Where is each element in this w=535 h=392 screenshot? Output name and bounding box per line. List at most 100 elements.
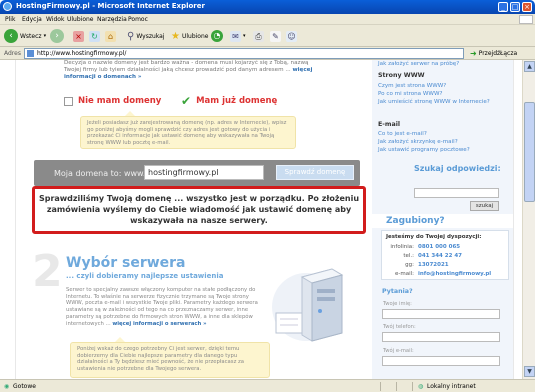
favorites-button[interactable]: ★ Ulubione — [171, 28, 208, 44]
go-button[interactable]: ➜ Przejdź — [470, 49, 500, 58]
menu-tools[interactable]: Narzędzia — [97, 16, 127, 23]
contact-email[interactable]: e-mail: info@hostingfirmowy.pl — [386, 271, 491, 277]
domain-check-bar: Moja domena to: www. hostingfirmowy.pl S… — [34, 160, 360, 186]
scroll-down-icon[interactable]: ▼ — [524, 366, 535, 377]
faq-link-www-1[interactable]: Czym jest strona WWW? — [378, 83, 446, 90]
forward-button[interactable]: › — [50, 28, 64, 44]
menu-edit[interactable]: Edycja — [22, 16, 42, 23]
links-button[interactable]: Łącza — [500, 50, 517, 57]
faq-link-email-3[interactable]: Jak ustawić programy pocztowe? — [378, 147, 470, 154]
messenger-button[interactable]: ☺ — [286, 28, 297, 44]
phone-label: Twój telefon: — [383, 324, 416, 330]
option-have-domain[interactable]: ✔ Mam już domenę — [181, 93, 277, 108]
domain-label: Moja domena to: www. — [54, 169, 146, 178]
domain-ok-message: Sprawdziliśmy Twoją domenę ... wszystko … — [32, 186, 366, 234]
faq-link-www-3[interactable]: Jak umieścić stronę WWW w Internecie? — [378, 99, 498, 106]
faq-link-www-2[interactable]: Po co mi strona WWW? — [378, 91, 442, 98]
menu-file[interactable]: Plik — [5, 16, 15, 23]
stop-icon: × — [73, 30, 84, 42]
contact-heading: Jesteśmy do Twojej dyspozycji: — [386, 234, 482, 240]
edit-button[interactable]: ✎ — [270, 28, 281, 44]
faq-link-trial[interactable]: Jak założyć serwer na próbę? — [378, 61, 459, 68]
contact-phone: tel.: 041 344 22 47 — [403, 253, 463, 259]
faq-link-email-2[interactable]: Jak założyć skrzynkę e-mail? — [378, 139, 458, 146]
stop-button[interactable]: × — [73, 28, 84, 44]
sidebar-search-button[interactable]: szukaj — [470, 201, 499, 211]
address-input[interactable]: http://www.hostingfirmowy.pl/ — [24, 48, 464, 59]
intranet-icon: ◍ — [418, 383, 424, 390]
refresh-icon: ↻ — [89, 30, 100, 42]
checkmark-icon: ✔ — [181, 93, 192, 108]
refresh-button[interactable]: ↻ — [89, 28, 100, 44]
status-bar: ◉ Gotowe ◍ Lokalny intranet — [0, 379, 535, 392]
windows-logo-icon — [519, 15, 533, 24]
status-divider — [412, 382, 413, 391]
www-heading: Strony WWW — [378, 72, 425, 79]
contact-panel: Jesteśmy do Twojej dyspozycji: infolinia… — [372, 228, 513, 379]
server-illustration-icon — [272, 268, 344, 342]
scroll-up-icon[interactable]: ▲ — [524, 61, 535, 72]
step-title: Wybór serwera — [66, 255, 186, 271]
window-title: HostingFirmowy.pl - Microsoft Internet E… — [16, 2, 205, 10]
menu-bar: Plik Edycja Widok Ulubione Narzędzia Pom… — [0, 14, 535, 25]
check-domain-button[interactable]: Sprawdź domenę — [276, 165, 354, 180]
more-servers-link[interactable]: więcej informacji o serwerach » — [112, 321, 206, 327]
mail-icon: ✉ — [230, 30, 241, 42]
questions-title: Pytania? — [382, 288, 413, 295]
go-arrow-icon: ➜ — [470, 49, 477, 58]
vertical-scrollbar[interactable]: ▲ ▼ — [522, 60, 535, 379]
title-bar: HostingFirmowy.pl - Microsoft Internet E… — [0, 0, 535, 14]
menu-view[interactable]: Widok — [46, 16, 64, 23]
internet-explorer-icon — [3, 2, 12, 11]
history-icon: ◔ — [211, 30, 223, 42]
zone-text: Lokalny intranet — [427, 383, 476, 390]
home-button[interactable]: ⌂ — [105, 28, 116, 44]
step-subtitle: ... czyli dobieramy najlepsze ustawienia — [66, 272, 224, 280]
maximize-button[interactable]: □ — [510, 2, 520, 12]
history-button[interactable]: ◔ — [211, 28, 223, 44]
search-answers-title: Szukaj odpowiedzi: — [414, 164, 501, 173]
print-icon: ⎙ — [253, 30, 264, 42]
faq-link-email-1[interactable]: Co to jest e-mail? — [378, 131, 427, 138]
domain-input[interactable]: hostingfirmowy.pl — [144, 165, 264, 180]
dropdown-icon: ▾ — [43, 33, 47, 39]
step-number: 2 — [32, 246, 63, 297]
home-icon: ⌂ — [105, 30, 116, 42]
no-domain-checkbox[interactable] — [64, 96, 73, 106]
status-text: Gotowe — [13, 383, 36, 390]
messenger-icon: ☺ — [286, 30, 297, 42]
dropdown-icon: ▾ — [243, 33, 246, 39]
server-tooltip: Poniżej wskaż do czego potrzebny Ci jest… — [70, 337, 270, 378]
email-heading: E-mail — [378, 121, 401, 128]
sidebar-search-input[interactable] — [414, 188, 499, 198]
close-button[interactable]: × — [522, 2, 532, 12]
search-button[interactable]: ⚲ Wyszukaj — [127, 28, 165, 44]
email-input[interactable] — [382, 356, 500, 366]
domain-intro: Decyzja o nazwie domeny jest bardzo ważn… — [64, 60, 313, 80]
menu-favorites[interactable]: Ulubione — [67, 16, 94, 23]
address-label: Adres — [4, 50, 21, 57]
star-icon: ★ — [171, 30, 180, 42]
page-done-icon: ◉ — [4, 383, 10, 390]
print-button[interactable]: ⎙ — [253, 28, 264, 44]
page-icon — [27, 50, 34, 57]
scroll-thumb[interactable] — [524, 102, 535, 202]
minimize-button[interactable]: _ — [498, 2, 508, 12]
status-divider — [380, 382, 381, 391]
name-input[interactable] — [382, 309, 500, 319]
menu-help[interactable]: Pomoc — [128, 16, 148, 23]
status-divider — [396, 382, 397, 391]
back-button[interactable]: ‹ Wstecz ▾ — [4, 28, 46, 44]
server-description: Serwer to specjalny zawsze włączony komp… — [66, 287, 258, 327]
address-bar: Adres http://www.hostingfirmowy.pl/ ➜ Pr… — [0, 47, 535, 60]
toolbar: ‹ Wstecz ▾ › × ↻ ⌂ ⚲ Wyszukaj ★ Ulubione… — [0, 25, 535, 47]
option-no-domain[interactable]: Nie mam domeny — [64, 96, 161, 106]
mail-button[interactable]: ✉ ▾ — [230, 28, 246, 44]
domain-tooltip: Jeżeli posiadasz już zarejestrowaną dome… — [80, 111, 296, 149]
lost-title: Zagubiony? — [386, 216, 445, 226]
email-label: Twój e-mail: — [383, 348, 414, 354]
phone-input[interactable] — [382, 332, 500, 342]
search-panel: szukaj — [372, 186, 513, 214]
search-icon: ⚲ — [127, 30, 135, 42]
forward-arrow-icon: › — [50, 29, 64, 43]
